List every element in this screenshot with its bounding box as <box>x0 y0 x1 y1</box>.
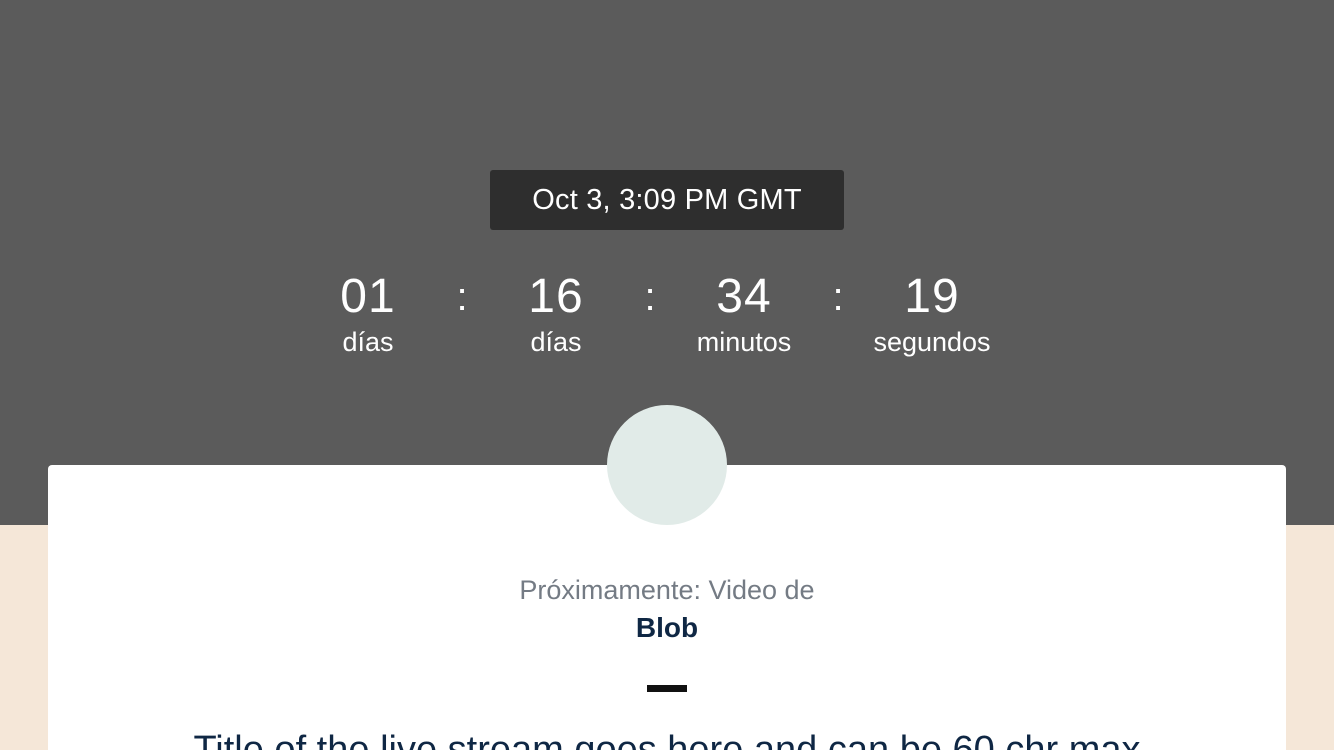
event-datetime-badge: Oct 3, 3:09 PM GMT <box>490 170 844 230</box>
countdown-unit-days: 01 días <box>278 268 458 359</box>
coming-soon-text: Próximamente: Video de <box>519 575 815 605</box>
countdown-hours-label: días <box>530 327 582 357</box>
countdown-days-value: 01 <box>340 270 396 323</box>
countdown-seconds-label: segundos <box>873 327 991 357</box>
divider <box>647 685 687 692</box>
author-name: Blob <box>635 612 699 643</box>
countdown-days-label: días <box>342 327 394 357</box>
countdown-minutes-label: minutos <box>696 327 792 357</box>
avatar <box>607 405 727 525</box>
countdown-timer: 01 días : 16 días : 34 minutos : 19 segu… <box>0 268 1334 368</box>
countdown-unit-seconds: 19 segundos <box>842 268 1022 359</box>
countdown-unit-minutes: 34 minutos <box>654 268 834 359</box>
countdown-minutes-value: 34 <box>716 270 772 323</box>
countdown-hours-value: 16 <box>528 270 584 323</box>
stream-title: Title of the live stream goes here and c… <box>193 729 1141 750</box>
countdown-seconds-value: 19 <box>904 270 960 323</box>
countdown-unit-hours: 16 días <box>466 268 646 359</box>
